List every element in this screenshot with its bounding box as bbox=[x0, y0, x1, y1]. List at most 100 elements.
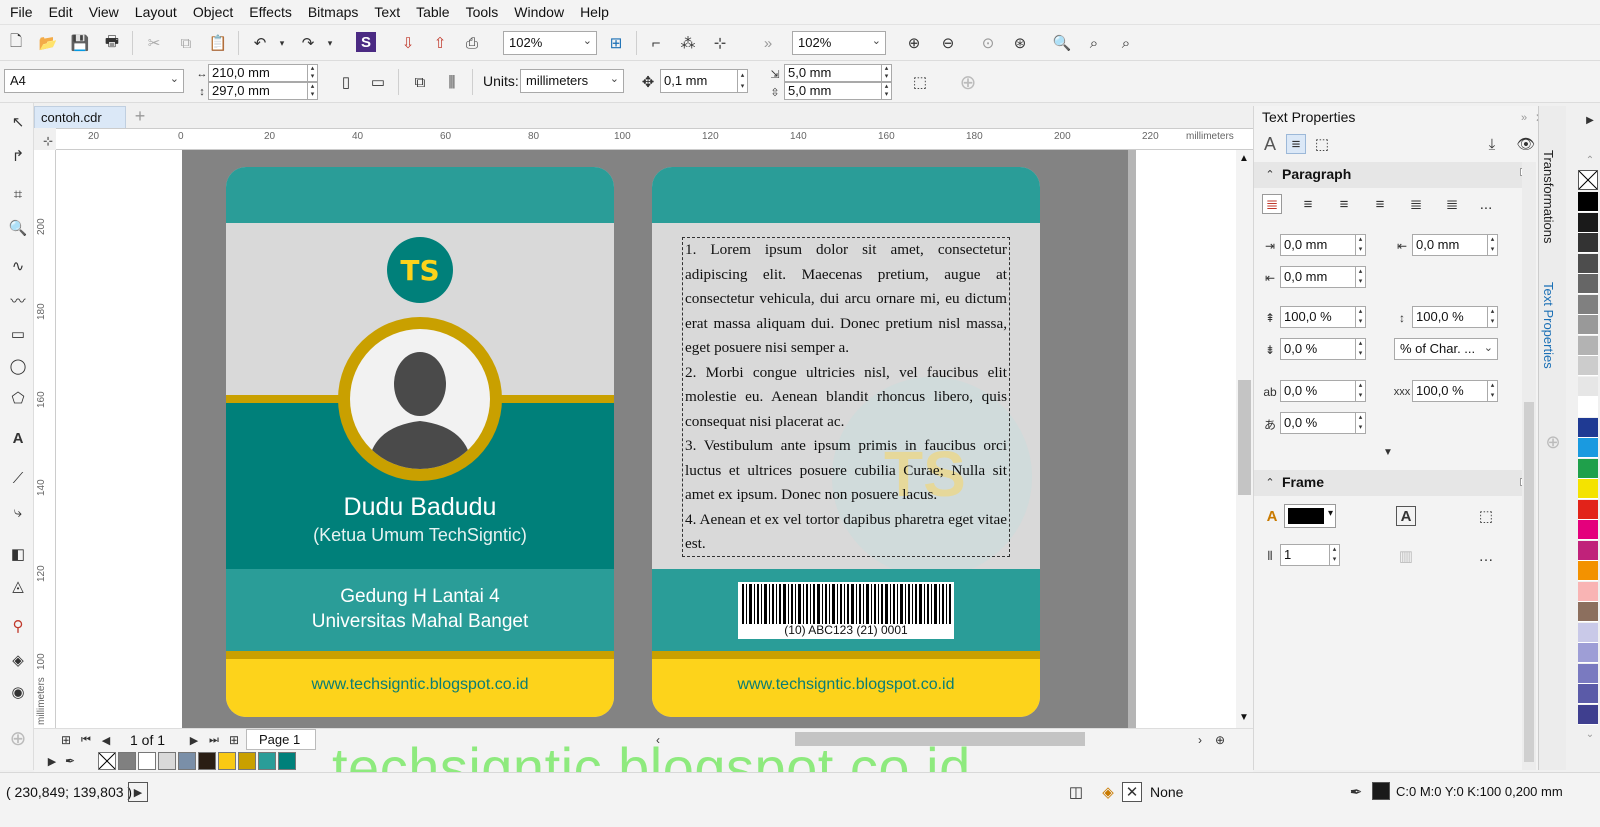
docker-view-icon[interactable]: 👁 bbox=[1516, 134, 1536, 154]
copy-icon[interactable]: ⧉ bbox=[176, 33, 196, 53]
before-paragraph-spacing-field[interactable]: 100,0 % ▴ ▾ bbox=[1280, 306, 1366, 328]
color-swatch[interactable] bbox=[1578, 192, 1598, 212]
horizontal-ruler[interactable]: 20 0 20 40 60 80 100 120 140 160 180 200… bbox=[56, 128, 1253, 150]
zoom-page-icon[interactable]: 🔍 bbox=[1052, 33, 1072, 53]
export-icon[interactable]: ⇧ bbox=[430, 33, 450, 53]
transparency-icon[interactable]: ◬ bbox=[7, 575, 29, 597]
language-spacing-field[interactable]: 0,0 % ▴ ▾ bbox=[1280, 412, 1366, 434]
publish-pdf-icon[interactable]: ⎙ bbox=[462, 33, 482, 53]
cut-icon[interactable]: ✂ bbox=[144, 33, 164, 53]
polygon-tool-icon[interactable]: ⬠ bbox=[7, 387, 29, 409]
frame-more-icon[interactable]: … bbox=[1476, 546, 1496, 566]
undo-dropdown-icon[interactable]: ▾ bbox=[272, 33, 292, 53]
ruler-origin-icon[interactable]: ⊹ bbox=[38, 131, 58, 151]
last-page-icon[interactable]: ⏭ bbox=[204, 730, 224, 750]
spacing-unit-select[interactable]: % of Char. ... ⌄ bbox=[1394, 338, 1498, 360]
color-swatch[interactable] bbox=[1578, 376, 1598, 397]
collapse-frame-icon[interactable]: ⌃ bbox=[1260, 472, 1280, 492]
duplicate-distance-x[interactable]: 5,0 mm ▴ ▾ bbox=[784, 64, 892, 82]
color-proof-icon[interactable]: ◫ bbox=[1066, 782, 1086, 802]
color-swatch[interactable] bbox=[1578, 704, 1598, 725]
next-page-icon[interactable]: ▶ bbox=[184, 730, 204, 750]
frame-color-picker[interactable]: ▾ bbox=[1284, 504, 1336, 528]
artistic-media-icon[interactable]: 〰 bbox=[7, 289, 29, 311]
document-tab[interactable]: contoh.cdr bbox=[34, 106, 126, 128]
add-icon[interactable]: ⊕ bbox=[958, 72, 978, 94]
tab-text-properties[interactable]: Text Properties bbox=[1541, 282, 1556, 369]
interactive-fill-icon[interactable]: ◈ bbox=[7, 649, 29, 671]
frame-tab-icon[interactable]: ⬚ bbox=[1312, 134, 1332, 154]
color-swatch[interactable] bbox=[1578, 643, 1598, 663]
color-swatch[interactable] bbox=[1578, 458, 1598, 479]
columns-field[interactable]: 1 ▴ ▾ bbox=[1280, 544, 1340, 566]
zoom-width-icon[interactable]: ⌕ bbox=[1084, 33, 1104, 53]
color-swatch[interactable] bbox=[1578, 212, 1598, 233]
shape-tool-icon[interactable]: ↱ bbox=[7, 145, 29, 167]
swatch-none[interactable] bbox=[98, 752, 116, 770]
menu-bitmaps[interactable]: Bitmaps bbox=[308, 4, 359, 20]
add-page-before-icon[interactable]: ⊞ bbox=[56, 730, 76, 750]
status-menu-icon[interactable]: ▶ bbox=[128, 782, 148, 802]
docker-scroll-thumb[interactable] bbox=[1524, 402, 1534, 762]
word-spacing-field[interactable]: 100,0 % ▴ ▾ bbox=[1412, 380, 1498, 402]
tab-transformations[interactable]: Transformations bbox=[1541, 150, 1556, 243]
color-swatch[interactable] bbox=[1578, 684, 1598, 704]
zoom-selected-icon[interactable]: ⊙ bbox=[978, 33, 998, 53]
color-none-swatch[interactable] bbox=[1578, 170, 1598, 190]
add-page-after-icon[interactable]: ⊞ bbox=[224, 730, 244, 750]
zoom-navigator-icon[interactable]: ⊕ bbox=[1210, 730, 1230, 750]
print-icon[interactable]: 🖶 bbox=[102, 33, 122, 53]
drawing-canvas[interactable]: TS Dudu Badudu (Ketua Umum TechSigntic) … bbox=[56, 150, 1236, 728]
menu-edit[interactable]: Edit bbox=[49, 4, 73, 20]
paragraph-section-header[interactable]: Paragraph bbox=[1254, 162, 1522, 188]
paragraph-tab-icon[interactable]: ≡ bbox=[1286, 134, 1306, 154]
units-select[interactable]: millimeters ⌄ bbox=[520, 69, 624, 93]
menu-window[interactable]: Window bbox=[514, 4, 564, 20]
zoom-tool-icon[interactable]: 🔍 bbox=[7, 217, 29, 239]
add-docker-icon[interactable]: ⊕ bbox=[1543, 432, 1563, 452]
palette-menu-icon[interactable]: ▶ bbox=[42, 751, 62, 771]
current-page-icon[interactable]: ⫼ bbox=[442, 72, 462, 92]
all-pages-icon[interactable]: ⧉ bbox=[410, 72, 430, 92]
align-left-icon[interactable]: ≡ bbox=[1298, 194, 1318, 214]
connector-tool-icon[interactable]: ⤷ bbox=[7, 501, 29, 523]
page-width-field[interactable]: 210,0 mm ▴ ▾ bbox=[208, 64, 318, 82]
page-tab[interactable]: Page 1 bbox=[246, 729, 316, 750]
portrait-icon[interactable]: ▯ bbox=[336, 72, 356, 92]
zoom-in-icon[interactable]: ⊕ bbox=[904, 33, 924, 53]
docker-options-icon[interactable]: ⤓ bbox=[1482, 134, 1502, 154]
landscape-icon[interactable]: ▭ bbox=[368, 72, 388, 92]
new-tab-icon[interactable]: + bbox=[130, 106, 150, 126]
color-swatch[interactable] bbox=[1578, 581, 1598, 602]
align-justify-icon[interactable]: ≣ bbox=[1406, 194, 1426, 214]
more-align-icon[interactable]: ... bbox=[1476, 194, 1496, 214]
swatch[interactable] bbox=[158, 752, 176, 770]
add-tool-icon[interactable]: ⊕ bbox=[7, 727, 29, 750]
eyedropper-icon[interactable]: ⚲ bbox=[7, 615, 29, 637]
terms-text-frame[interactable]: 1. Lorem ipsum dolor sit amet, consectet… bbox=[682, 237, 1010, 557]
redo-icon[interactable]: ↷ bbox=[298, 33, 318, 53]
columns-settings-icon[interactable]: ▥ bbox=[1396, 546, 1416, 566]
color-swatch[interactable] bbox=[1578, 438, 1598, 458]
menu-file[interactable]: File bbox=[10, 4, 33, 20]
prev-page-icon[interactable]: ◀ bbox=[96, 730, 116, 750]
menu-layout[interactable]: Layout bbox=[135, 4, 177, 20]
vertical-scroll-thumb[interactable] bbox=[1238, 380, 1251, 495]
frame-settings-icon[interactable]: ⬚ bbox=[1476, 506, 1496, 526]
palette-flyout-icon[interactable]: ▶ bbox=[1580, 110, 1600, 130]
guidelines-icon[interactable]: ⊹ bbox=[710, 33, 730, 53]
zoom-level-select[interactable]: 102% ⌄ bbox=[503, 31, 597, 55]
color-swatch[interactable] bbox=[1578, 499, 1598, 520]
expand-paragraph-icon[interactable]: ▼ bbox=[1378, 442, 1398, 462]
swatch[interactable] bbox=[198, 752, 216, 770]
swatch[interactable] bbox=[138, 752, 156, 770]
line-spacing-field[interactable]: 100,0 % ▴ ▾ bbox=[1412, 306, 1498, 328]
swatch[interactable] bbox=[218, 752, 236, 770]
character-tab-icon[interactable]: A bbox=[1260, 134, 1280, 154]
text-frame-icon[interactable]: A bbox=[1396, 506, 1416, 526]
smart-fill-icon[interactable]: ◉ bbox=[7, 681, 29, 703]
overflow-chevron-icon[interactable]: » bbox=[758, 33, 778, 53]
color-swatch[interactable] bbox=[1578, 274, 1598, 294]
menu-text[interactable]: Text bbox=[374, 4, 400, 20]
frame-section-header[interactable]: Frame bbox=[1254, 470, 1522, 496]
